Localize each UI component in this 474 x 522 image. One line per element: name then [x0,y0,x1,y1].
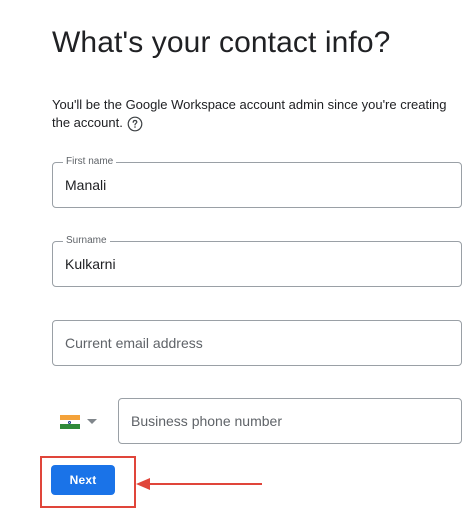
country-code-select[interactable] [60,412,100,432]
first-name-label: First name [63,155,117,169]
next-button[interactable]: Next [51,465,115,495]
india-flag-icon [60,415,80,429]
phone-field[interactable]: Business phone number [118,398,462,444]
first-name-value: Manali [65,177,107,193]
email-field[interactable]: Current email address [52,320,462,366]
phone-placeholder: Business phone number [131,413,282,429]
annotation-arrow [136,478,262,490]
surname-value: Kulkarni [65,256,116,272]
help-circle-icon[interactable] [127,116,143,132]
chevron-down-icon [87,419,97,424]
first-name-field[interactable]: First name Manali [52,155,462,208]
page-title: What's your contact info? [52,26,391,59]
surname-field[interactable]: Surname Kulkarni [52,234,462,287]
email-placeholder: Current email address [65,335,203,351]
page-subtitle: You'll be the Google Workspace account a… [52,96,452,132]
surname-label: Surname [63,234,110,248]
subtitle-text: You'll be the Google Workspace account a… [52,97,447,130]
